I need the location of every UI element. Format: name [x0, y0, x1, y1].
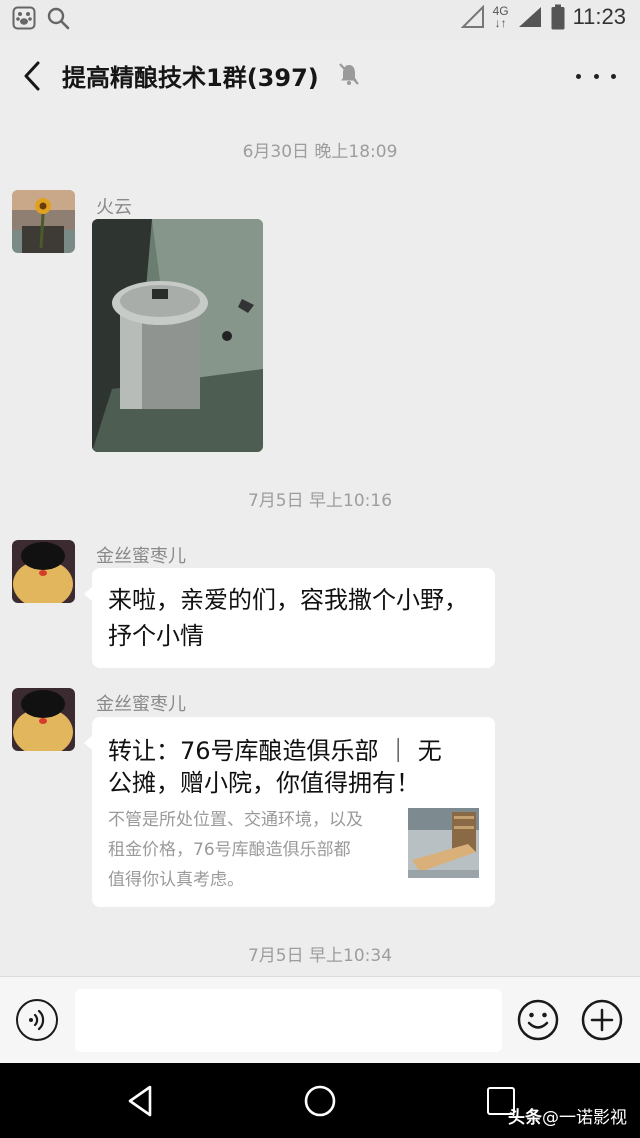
- system-nav-bar: 头条@一诺影视: [0, 1063, 640, 1138]
- nav-back-icon[interactable]: [124, 1084, 158, 1118]
- text-message-bubble[interactable]: 来啦，亲爱的们，容我撒个小野， 抒个小情: [84, 568, 495, 668]
- message-line: 来啦，亲爱的们，容我撒个小野，: [108, 586, 468, 614]
- message-line: 抒个小情: [108, 622, 204, 650]
- more-options-button[interactable]: [576, 62, 616, 90]
- watermark-handle: @一诺影视: [542, 1108, 627, 1128]
- search-icon: [47, 7, 70, 30]
- status-bar: 4G ↓↑ 11:23: [0, 0, 640, 40]
- voice-wave-icon: [29, 1009, 45, 1031]
- sender-name: 金丝蜜枣儿: [96, 546, 186, 567]
- title-line: 转让：76号库酿造俱乐部 ｜ 无: [108, 737, 442, 765]
- plus-icon[interactable]: [581, 999, 623, 1041]
- link-card-title: 转让：76号库酿造俱乐部 ｜ 无 公摊，赠小院，你值得拥有！: [108, 735, 480, 799]
- kettle-photo-image: [92, 219, 263, 452]
- signal-full-icon: [518, 7, 541, 27]
- clock: 11:23: [572, 4, 626, 29]
- dot: [593, 73, 599, 79]
- sender-name: 火云: [96, 197, 132, 218]
- paw-app-icon: [12, 6, 36, 30]
- chat-header: 提高精酿技术1群(397): [0, 40, 640, 112]
- network-type: 4G ↓↑: [492, 4, 509, 30]
- avatar-jinsimizaoer[interactable]: [12, 688, 75, 751]
- message-text: 来啦，亲爱的们，容我撒个小野， 抒个小情: [92, 568, 495, 668]
- chat-input-bar: [0, 976, 640, 1063]
- desc-line: 不管是所处位置、交通环境，以及: [108, 810, 363, 830]
- chat-title: 提高精酿技术1群(397): [62, 64, 319, 92]
- watermark: 头条@一诺影视: [508, 1103, 627, 1128]
- voice-input-button[interactable]: [16, 999, 58, 1041]
- dot: [576, 73, 581, 79]
- photo-message[interactable]: [92, 219, 263, 452]
- sender-name: 金丝蜜枣儿: [96, 694, 186, 715]
- timestamp: 7月5日 早上10:34: [247, 946, 393, 966]
- desc-line: 值得你认真考虑。: [108, 870, 244, 890]
- avatar-jinsimizaoer[interactable]: [12, 540, 75, 603]
- timestamp: 7月5日 早上10:16: [247, 491, 393, 511]
- nav-home-icon[interactable]: [303, 1084, 337, 1118]
- chevron-left-icon: [24, 61, 40, 91]
- plush-avatar-image: [12, 540, 75, 603]
- link-card-description: 不管是所处位置、交通环境，以及 租金价格，76号库酿造俱乐部都 值得你认真考虑。: [108, 805, 396, 895]
- title-line: 公摊，赠小院，你值得拥有！: [108, 769, 420, 797]
- back-button[interactable]: [14, 58, 50, 94]
- emoji-icon[interactable]: [517, 999, 559, 1041]
- room-thumbnail-image: [408, 808, 479, 878]
- dot: [611, 73, 616, 79]
- avatar-huoyun[interactable]: [12, 190, 75, 253]
- message-input[interactable]: [75, 989, 502, 1052]
- desc-line: 租金价格，76号库酿造俱乐部都: [108, 840, 351, 860]
- mute-bell-icon: [339, 63, 359, 85]
- battery-icon: [551, 4, 565, 30]
- link-card-thumbnail: [408, 808, 479, 878]
- flower-avatar-image: [12, 190, 75, 253]
- link-card-message[interactable]: 转让：76号库酿造俱乐部 ｜ 无 公摊，赠小院，你值得拥有！ 不管是所处位置、交…: [84, 717, 495, 907]
- watermark-brand: 头条: [508, 1108, 542, 1128]
- plush-avatar-image: [12, 688, 75, 751]
- timestamp: 6月30日 晚上18:09: [242, 142, 398, 162]
- signal-empty-icon: [460, 5, 484, 28]
